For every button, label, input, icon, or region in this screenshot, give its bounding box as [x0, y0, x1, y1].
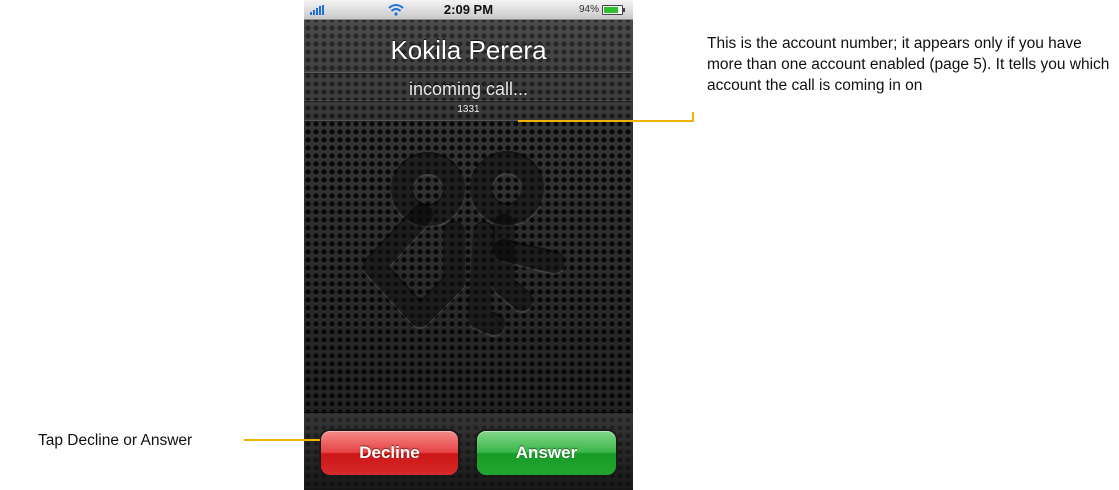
- document-stage: 2:09 PM 94% Kokila Perera incoming call.…: [0, 0, 1119, 490]
- account-number-note: This is the account number; it appears o…: [707, 35, 1110, 94]
- buttons-note: Tap Decline or Answer: [38, 432, 193, 449]
- phone-screen: 2:09 PM 94% Kokila Perera incoming call.…: [304, 0, 633, 490]
- answer-button[interactable]: Answer: [477, 431, 616, 475]
- decline-button[interactable]: Decline: [321, 431, 458, 475]
